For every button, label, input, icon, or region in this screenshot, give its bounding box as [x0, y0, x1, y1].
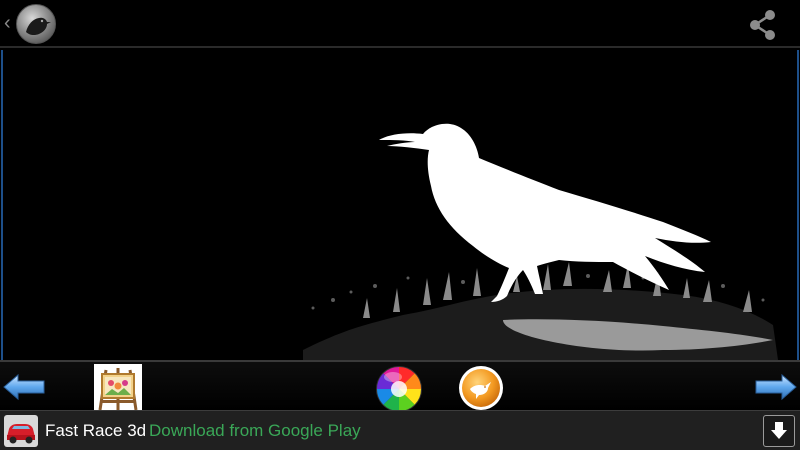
raven-image	[303, 123, 778, 360]
easel-gallery-icon	[94, 364, 142, 412]
bottom-toolbar	[0, 360, 800, 413]
car-icon	[4, 415, 38, 447]
next-button[interactable]	[754, 373, 798, 401]
photo-editor-screen: ‹ Fast Race 3d Download from Google Play	[0, 0, 800, 450]
previous-button[interactable]	[2, 373, 46, 401]
image-canvas[interactable]	[1, 50, 799, 360]
ad-download-button[interactable]	[763, 415, 795, 447]
arrow-right-icon	[755, 373, 797, 401]
share-icon	[750, 10, 775, 40]
color-wheel-icon	[376, 366, 422, 412]
bird-badge-icon	[459, 366, 503, 410]
ad-banner[interactable]: Fast Race 3d Download from Google Play	[0, 410, 800, 450]
raven-avatar-icon[interactable]	[16, 4, 56, 44]
share-button[interactable]	[744, 6, 782, 44]
action-bar: ‹	[0, 0, 800, 48]
ad-cta-text[interactable]: Download from Google Play	[149, 421, 361, 441]
color-wheel-button[interactable]	[375, 365, 423, 413]
chevron-left-icon[interactable]: ‹	[4, 10, 11, 36]
download-arrow-icon	[771, 422, 787, 439]
arrow-left-icon	[3, 373, 45, 401]
bird-effect-button[interactable]	[458, 365, 504, 411]
gallery-button[interactable]	[94, 364, 142, 412]
ad-title[interactable]: Fast Race 3d	[45, 421, 146, 441]
raven-silhouette	[379, 123, 711, 302]
